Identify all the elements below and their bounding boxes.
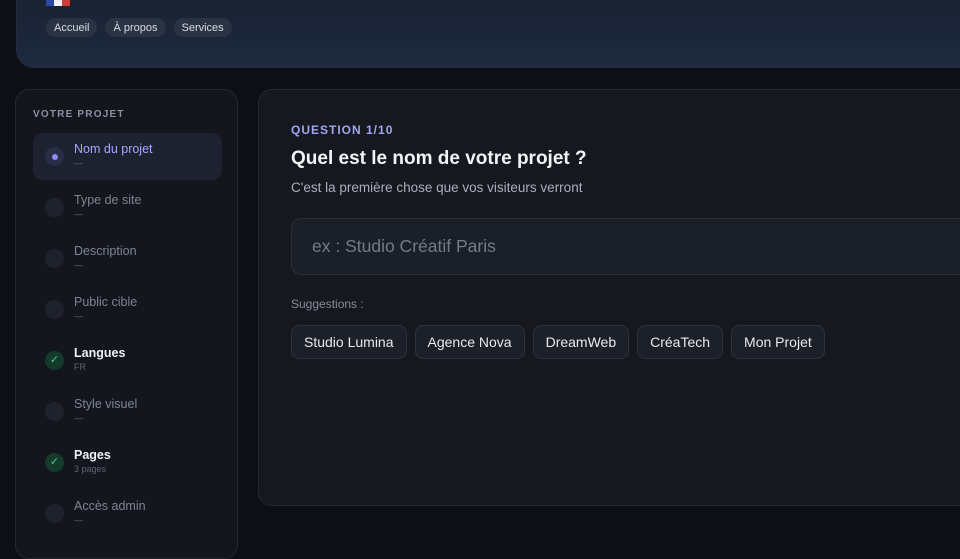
step-label: Style visuel [74,397,138,411]
suggestion-chip[interactable]: Studio Lumina [291,325,407,359]
question-counter: QUESTION 1/10 [291,123,394,137]
nav-a-propos[interactable]: À propos [105,18,166,37]
step-public-cible[interactable]: Public cible — [33,286,222,333]
project-name-input[interactable] [291,218,960,275]
step-type-de-site[interactable]: Type de site — [33,184,222,231]
nav-services[interactable]: Services [173,18,232,37]
step-label: Accès admin [74,499,146,513]
question-title: Quel est le nom de votre projet ? [291,148,587,169]
step-acces-admin[interactable]: Accès admin — [33,490,222,537]
step-description[interactable]: Description — [33,235,222,282]
pending-step-icon [45,249,64,268]
project-steps-sidebar: VOTRE PROJET Nom du projet — Type de sit… [15,89,238,559]
step-style-visuel[interactable]: Style visuel — [33,388,222,435]
check-icon: ✓ [45,351,64,370]
france-flag-icon[interactable] [46,0,70,6]
step-value: — [74,515,83,525]
step-value: FR [74,362,86,372]
step-pages[interactable]: ✓ Pages 3 pages [33,439,222,486]
step-label: Description [74,244,137,258]
suggestion-chip[interactable]: CréaTech [637,325,724,359]
step-value: — [74,311,83,321]
step-label: Langues [74,346,126,360]
step-value: — [74,158,83,168]
step-value: — [74,413,83,423]
nav-accueil[interactable]: Accueil [46,18,98,37]
header-nav: Accueil À propos Services [46,18,232,37]
step-value: — [74,260,83,270]
pending-step-icon [45,402,64,421]
check-icon: ✓ [45,453,64,472]
active-step-icon [45,147,64,166]
step-langues[interactable]: ✓ Langues FR [33,337,222,384]
sidebar-title: VOTRE PROJET [33,109,125,120]
step-value: 3 pages [74,464,107,474]
step-label: Public cible [74,295,138,309]
question-description: C'est la première chose que vos visiteur… [291,180,583,195]
suggestion-chip[interactable]: Mon Projet [731,325,825,359]
pending-step-icon [45,300,64,319]
step-nom-du-projet[interactable]: Nom du projet — [33,133,222,180]
pending-step-icon [45,504,64,523]
step-value: — [74,209,83,219]
question-panel: QUESTION 1/10 Quel est le nom de votre p… [258,89,960,506]
step-label: Nom du projet [74,142,153,156]
suggestion-chip[interactable]: DreamWeb [532,325,630,359]
suggestion-chip[interactable]: Agence Nova [414,325,525,359]
pending-step-icon [45,198,64,217]
suggestions-label: Suggestions : [291,297,364,311]
step-label: Pages [74,448,111,462]
suggestion-chips: Studio Lumina Agence Nova DreamWeb CréaT… [291,325,825,359]
step-label: Type de site [74,193,142,207]
